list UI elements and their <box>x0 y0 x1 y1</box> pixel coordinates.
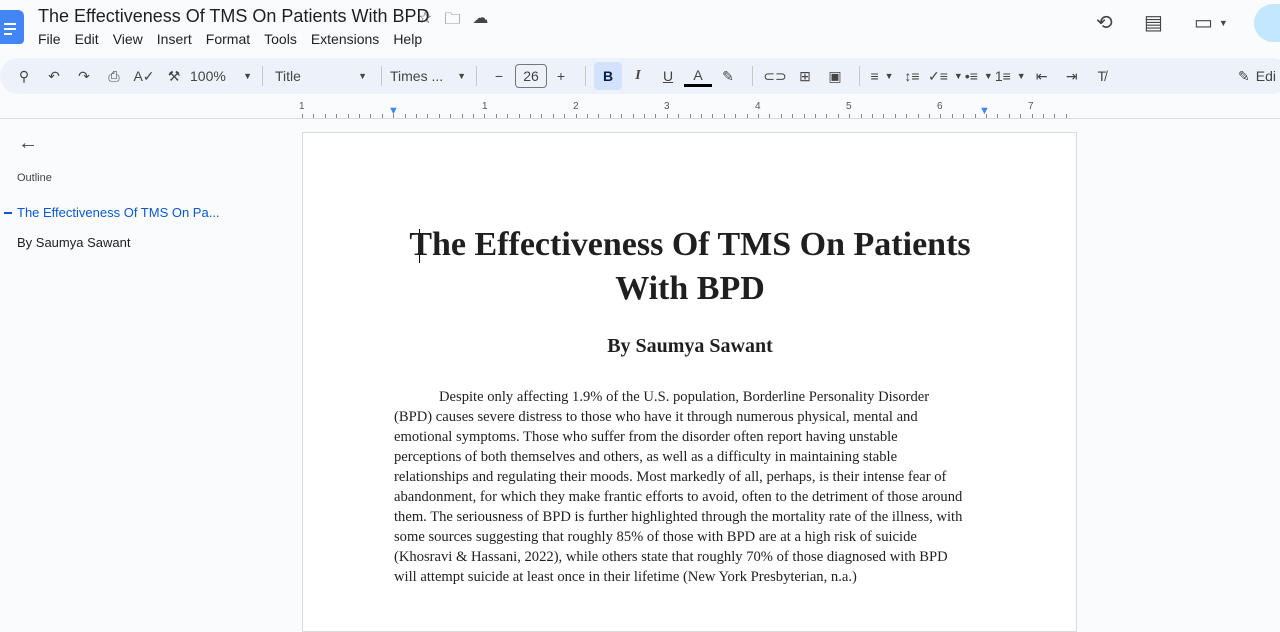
menu-format[interactable]: Format <box>206 31 250 47</box>
outline-heading: Outline <box>17 172 52 184</box>
ruler[interactable]: 1 1 2 3 4 5 6 7 ▼ ▼ <box>299 100 1077 118</box>
toolbar: ⚲ ↶ ↷ ⎙ A✓ ⚒ 100% ▼ Title ▼ Times ... ▼ − 2… <box>0 58 1280 94</box>
paragraph-line: them. The seriousness of BPD is further … <box>394 509 963 525</box>
divider <box>0 118 1280 119</box>
increase-font-size-button[interactable]: + <box>547 62 575 90</box>
editing-mode-label: Edi <box>1255 67 1276 84</box>
menu-tools[interactable]: Tools <box>264 31 297 47</box>
paragraph-line: perceptions of both themselves and other… <box>394 449 898 465</box>
menu-file[interactable]: File <box>38 31 61 47</box>
ruler-label: 1 <box>299 101 305 112</box>
pencil-icon: ✎ <box>1238 67 1250 84</box>
link-icon[interactable]: ⊂⊃ <box>761 62 789 90</box>
text-color-button[interactable]: A <box>684 65 712 87</box>
ruler-label: 4 <box>755 101 761 112</box>
redo-icon[interactable]: ↷ <box>70 62 98 90</box>
document-heading[interactable]: The Effectiveness Of TMS On Patients Wit… <box>393 223 987 311</box>
undo-icon[interactable]: ↶ <box>40 62 68 90</box>
bulleted-list-icon[interactable]: •≡ ▼ <box>965 62 993 90</box>
menu-bar: File Edit View Insert Format Tools Exten… <box>38 31 436 47</box>
divider <box>262 66 263 86</box>
back-arrow-icon[interactable]: ← <box>18 132 38 155</box>
chevron-down-icon: ▼ <box>243 71 252 81</box>
ruler-label: 3 <box>664 101 670 112</box>
spellcheck-icon[interactable]: A✓ <box>130 62 158 90</box>
divider <box>752 66 753 86</box>
version-history-icon[interactable]: ⟲ <box>1096 10 1113 35</box>
search-icon[interactable]: ⚲ <box>10 62 38 90</box>
menu-insert[interactable]: Insert <box>157 31 192 47</box>
cloud-saved-icon[interactable]: ☁ <box>472 8 488 35</box>
ruler-label: 5 <box>846 101 852 112</box>
paint-format-icon[interactable]: ⚒ <box>160 62 188 90</box>
ruler-label: 6 <box>937 101 943 112</box>
style-value: Title <box>275 68 301 84</box>
paragraph-line: relationships and regulating their moods… <box>394 469 947 485</box>
outline-item-title[interactable]: The Effectiveness Of TMS On Pa... <box>17 205 220 220</box>
divider <box>476 66 477 86</box>
print-icon[interactable]: ⎙ <box>100 62 128 90</box>
add-comment-icon[interactable]: ⊞ <box>791 62 819 90</box>
ruler-label: 2 <box>573 101 579 112</box>
editing-mode-button[interactable]: ✎ Edi <box>1238 68 1276 85</box>
document-paragraph[interactable]: Despite only affecting 1.9% of the U.S. … <box>394 387 994 587</box>
divider <box>859 66 860 86</box>
bold-button[interactable]: B <box>594 62 622 90</box>
document-author[interactable]: By Saumya Sawant <box>393 335 987 358</box>
italic-button[interactable]: I <box>624 62 652 90</box>
comments-icon[interactable]: ▤ <box>1144 10 1163 35</box>
menu-extensions[interactable]: Extensions <box>311 31 379 47</box>
zoom-select[interactable]: 100% ▼ <box>190 62 252 90</box>
share-button[interactable] <box>1254 4 1280 42</box>
underline-button[interactable]: U <box>654 62 682 90</box>
paragraph-line: emotional symptoms. Those who suffer fro… <box>394 429 898 445</box>
divider <box>381 66 382 86</box>
highlight-icon[interactable]: ✎ <box>714 62 742 90</box>
chevron-down-icon: ▼ <box>457 71 466 81</box>
style-select[interactable]: Title ▼ <box>271 62 371 90</box>
paragraph-line: some sources suggesting that roughly 85%… <box>394 529 917 545</box>
docs-logo[interactable] <box>0 10 24 44</box>
paragraph-line: will attempt suicide at least once in th… <box>394 569 857 585</box>
zoom-value: 100% <box>190 68 226 84</box>
checklist-icon[interactable]: ✓≡ ▼ <box>928 62 963 90</box>
chevron-down-icon: ▼ <box>358 71 367 81</box>
decrease-indent-icon[interactable]: ⇤ <box>1028 62 1056 90</box>
menu-help[interactable]: Help <box>393 31 422 47</box>
divider <box>585 66 586 86</box>
paragraph-line: abandonment, for which they make frantic… <box>394 489 963 505</box>
line-spacing-icon[interactable]: ↕≡ <box>898 62 926 90</box>
move-folder-icon[interactable]: 🗀 <box>444 8 460 35</box>
active-outline-marker <box>4 212 12 214</box>
menu-edit[interactable]: Edit <box>75 31 99 47</box>
menu-view[interactable]: View <box>113 31 143 47</box>
paragraph-line: (BPD) causes severe distress to those wh… <box>394 409 918 425</box>
increase-indent-icon[interactable]: ⇥ <box>1058 62 1086 90</box>
font-value: Times ... <box>390 68 444 84</box>
outline-item-author[interactable]: By Saumya Sawant <box>17 235 130 250</box>
numbered-list-icon[interactable]: 1≡ ▼ <box>995 62 1026 90</box>
decrease-font-size-button[interactable]: − <box>485 62 513 90</box>
meet-icon[interactable]: ▭ ▼ <box>1194 10 1228 35</box>
paragraph-line: (Khosravi & Hassani, 2022), while others… <box>394 549 948 565</box>
clear-formatting-icon[interactable]: T̸ <box>1088 62 1116 90</box>
font-select[interactable]: Times ... ▼ <box>390 62 466 90</box>
right-indent-marker[interactable]: ▼ <box>979 105 990 117</box>
document-title[interactable]: The Effectiveness Of TMS On Patients Wit… <box>38 6 429 27</box>
ruler-label: 7 <box>1028 101 1034 112</box>
paragraph-line: Despite only affecting 1.9% of the U.S. … <box>439 389 930 405</box>
ruler-label: 1 <box>482 101 488 112</box>
align-icon[interactable]: ≡ ▼ <box>868 62 896 90</box>
insert-image-icon[interactable]: ▣ <box>821 62 849 90</box>
font-size-input[interactable]: 26 <box>515 64 547 88</box>
document-page[interactable]: The Effectiveness Of TMS On Patients Wit… <box>302 132 1077 632</box>
